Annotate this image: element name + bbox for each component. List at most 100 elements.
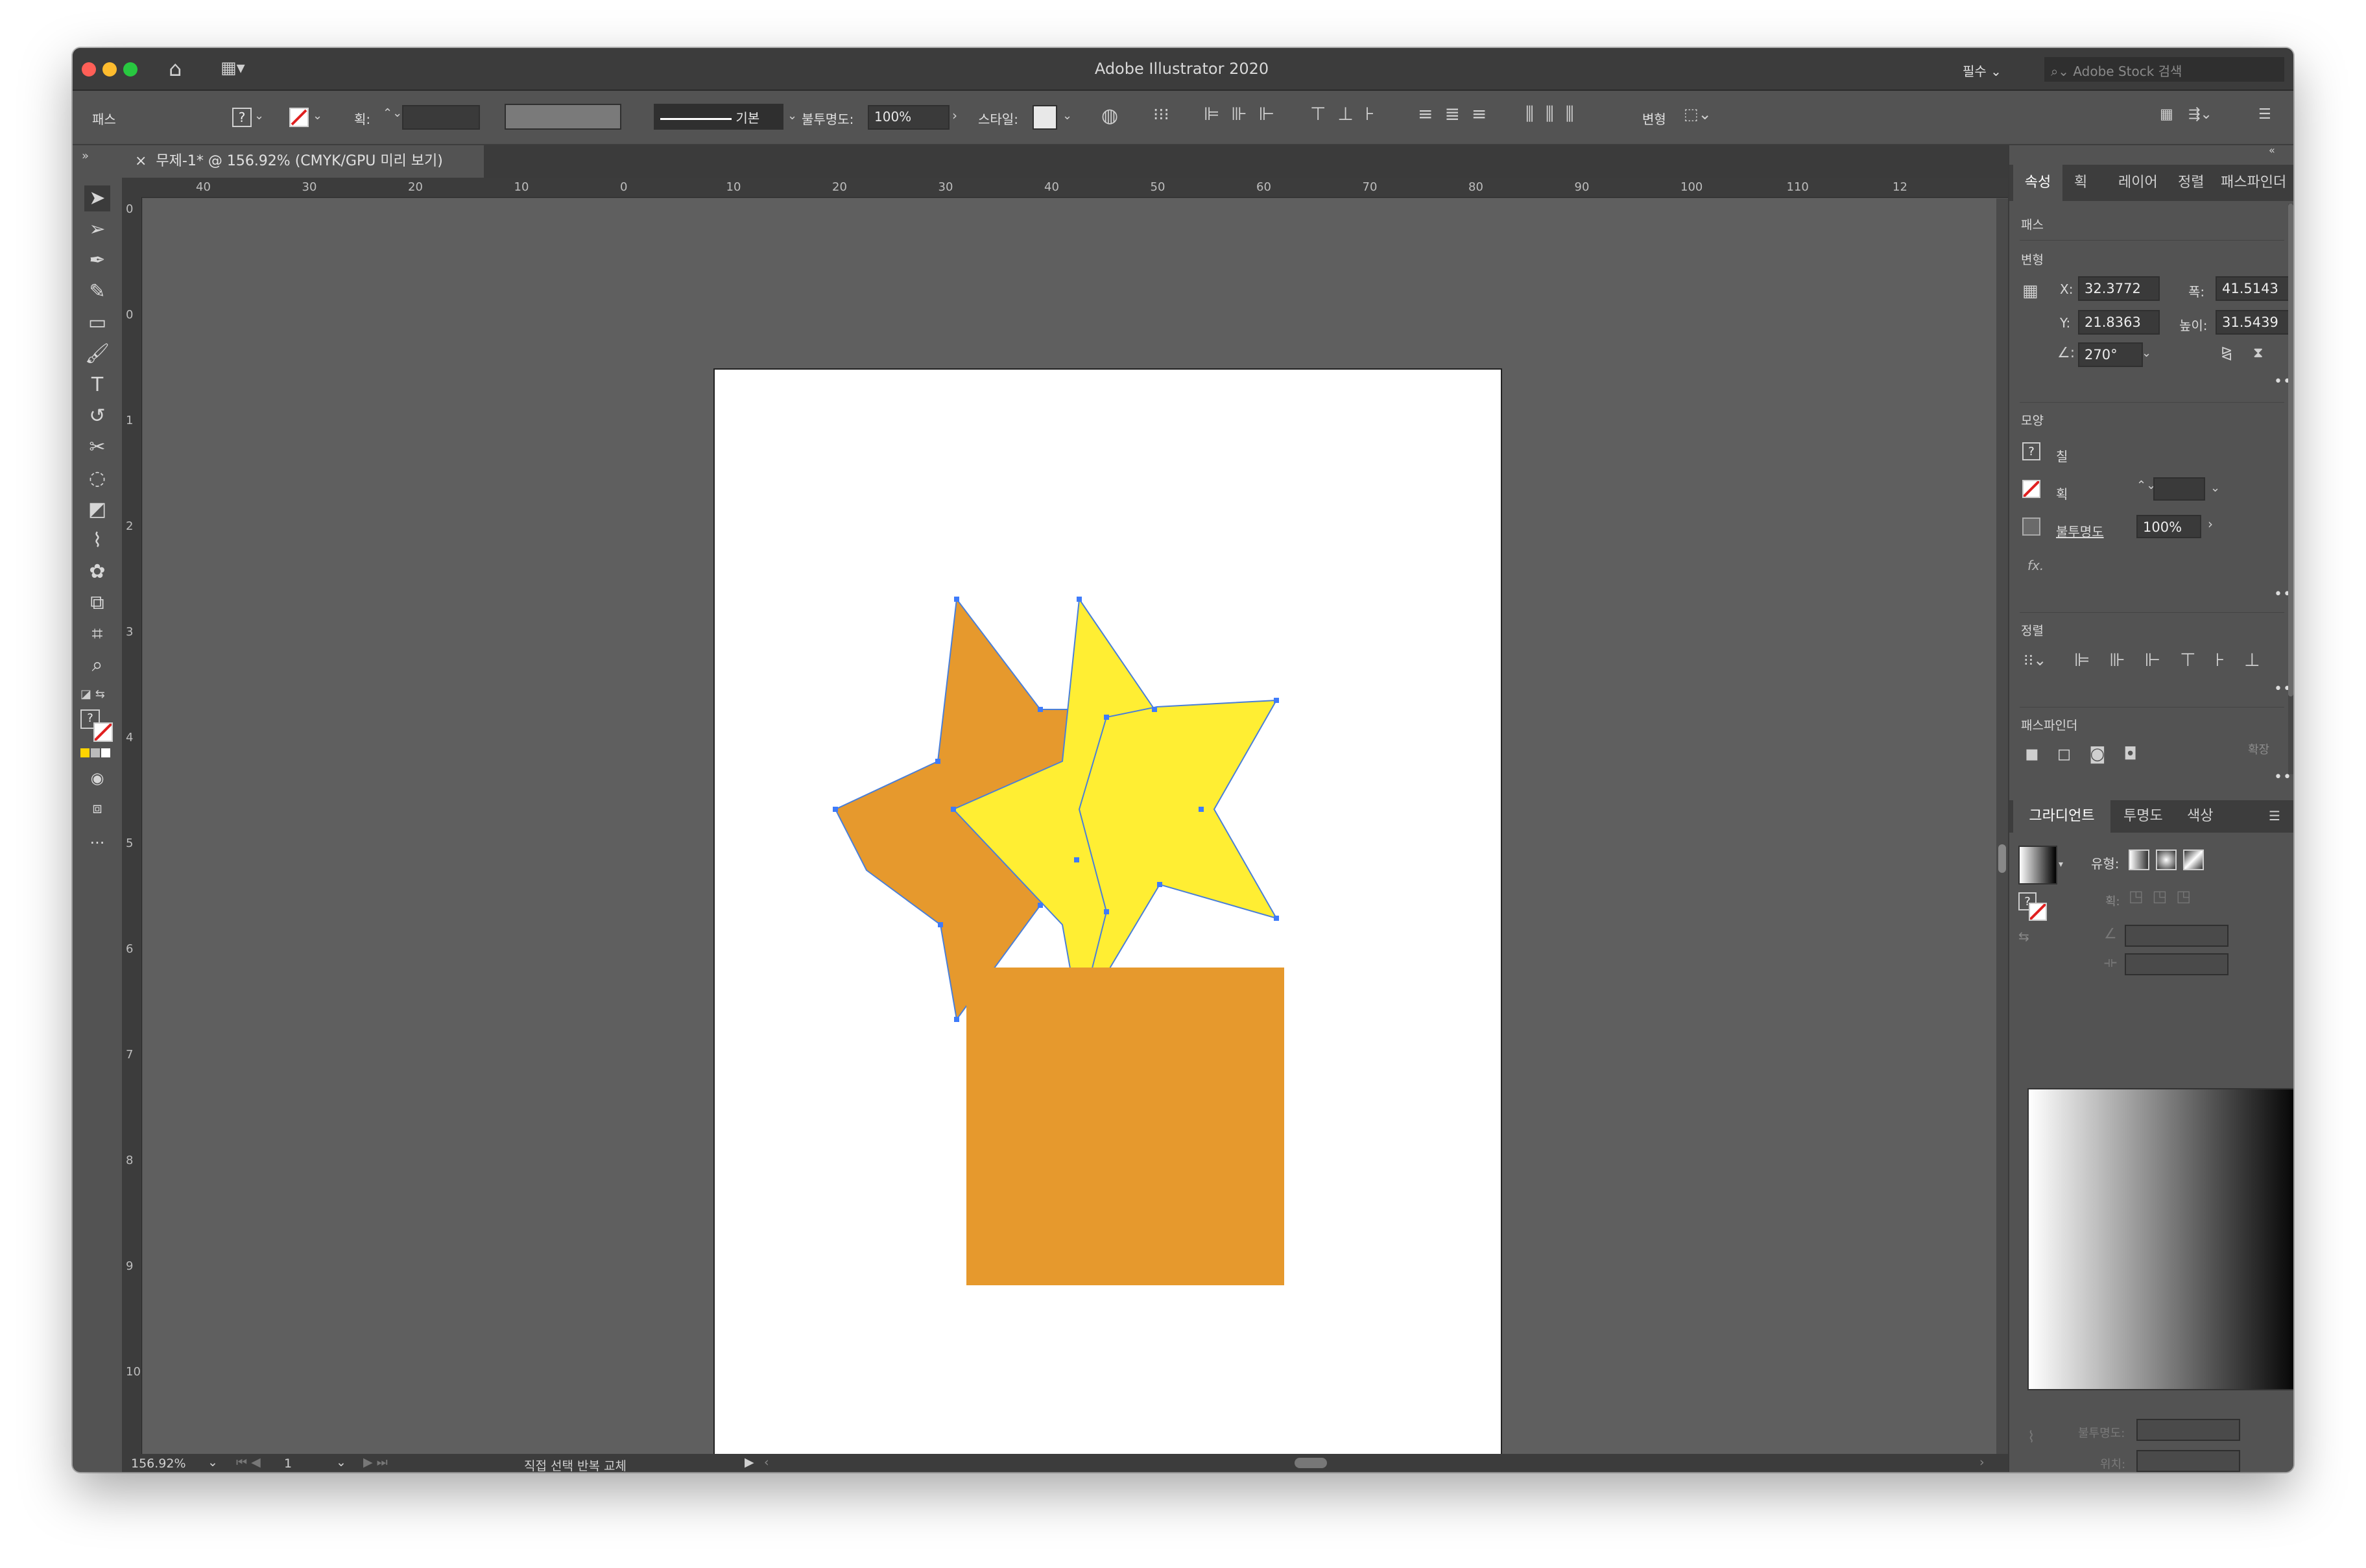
expand-button[interactable]: 확장 — [2248, 741, 2269, 757]
tab-transparency[interactable]: 투명도 — [2123, 800, 2163, 833]
stroke-weight-input[interactable] — [402, 105, 480, 130]
horizontal-ruler[interactable]: 40 30 20 10 0 10 20 30 40 50 60 70 80 90 100 110 12 — [122, 178, 2008, 198]
direct-selection-tool-icon[interactable]: ➢ — [84, 217, 110, 243]
transform-button[interactable]: 변형 — [1642, 109, 1666, 128]
eyedropper-icon[interactable]: ⌇ — [2027, 1429, 2035, 1445]
chevron-down-icon[interactable]: ⌄ — [254, 110, 264, 122]
chevron-down-icon[interactable]: ⌄ — [1062, 110, 1072, 122]
status-menu-icon[interactable]: ▶ — [745, 1455, 754, 1469]
panel-scrollbar[interactable] — [2288, 204, 2293, 774]
curvature-tool-icon[interactable]: ✎ — [84, 279, 110, 305]
collapse-toolbox-icon[interactable]: » — [82, 150, 89, 162]
height-input[interactable]: 31.5439 — [2216, 310, 2293, 335]
x-input[interactable]: 32.3772 — [2078, 276, 2160, 301]
artboard-nav-next-icon[interactable]: ▶ ⏭ — [363, 1455, 388, 1469]
style-swatch[interactable] — [1033, 105, 1057, 130]
shape-mode-buttons[interactable]: ◼◻◙◘ — [2025, 746, 2155, 763]
stroke-swatch[interactable] — [289, 108, 309, 127]
fill-swatch-icon[interactable]: ? — [2022, 442, 2040, 460]
flip-horizontal-icon[interactable]: ⧎ — [2221, 346, 2232, 361]
align-buttons[interactable]: ⊫⊪⊩ — [1204, 105, 1286, 123]
draw-mode-icon[interactable]: ◉ — [84, 765, 110, 791]
color-mode-icon[interactable] — [80, 748, 90, 757]
width-input[interactable]: 41.5143 — [2216, 276, 2293, 301]
arrange-icon[interactable]: ⇶⌄ — [2188, 108, 2212, 122]
align-vertical-buttons[interactable]: ⊤⊥⊦ — [1310, 105, 1386, 123]
opacity-label[interactable]: 불투명도 — [2056, 521, 2104, 540]
tab-properties[interactable]: 속성 — [2013, 165, 2062, 201]
document-tab[interactable]: × 무제-1* @ 156.92% (CMYK/GPU 미리 보기) — [122, 145, 484, 178]
align-to-selection-icon[interactable]: ⁝⁝⁝ — [1153, 106, 1169, 123]
flip-vertical-icon[interactable]: ⧗ — [2253, 346, 2263, 361]
tab-pathfinder[interactable]: 패스파인더 — [2221, 165, 2286, 201]
screen-mode-icon[interactable]: ⧈ — [84, 795, 110, 821]
tab-align[interactable]: 정렬 — [2178, 165, 2204, 201]
artboard-nav-prev-icon[interactable]: ⏮ ◀ — [236, 1455, 261, 1469]
none-mode-icon[interactable] — [101, 748, 110, 757]
scroll-right-icon[interactable]: › — [1979, 1455, 1985, 1469]
close-window-button[interactable] — [82, 62, 96, 77]
type-tool-icon[interactable]: T — [84, 372, 110, 398]
canvas[interactable] — [143, 198, 1996, 1454]
recolor-artwork-icon[interactable]: ◍ — [1101, 106, 1118, 126]
reverse-gradient-icon[interactable]: ⇆ — [2018, 930, 2029, 943]
gradient-aspect-input[interactable] — [2125, 953, 2229, 975]
gradient-mode-icon[interactable] — [91, 748, 100, 757]
y-input[interactable]: 21.8363 — [2078, 310, 2160, 335]
eyedropper-tool-icon[interactable]: ⌇ — [84, 528, 110, 554]
chevron-down-icon[interactable]: ▾ — [2059, 860, 2063, 869]
stroke-weight-input[interactable] — [2153, 477, 2205, 501]
tab-stroke[interactable]: 획 — [2074, 165, 2087, 201]
opacity-input[interactable]: 100% — [2136, 515, 2201, 538]
chevron-down-icon[interactable]: ⌄ — [336, 1455, 346, 1469]
fx-button[interactable]: fx. — [2027, 558, 2044, 573]
zoom-level[interactable]: 156.92% — [131, 1456, 186, 1471]
radial-gradient-icon[interactable] — [2156, 849, 2177, 870]
brush-definition[interactable]: 기본 — [654, 104, 783, 130]
rotate-tool-icon[interactable]: ↺ — [84, 403, 110, 429]
shape-builder-tool-icon[interactable]: ⧉ — [84, 590, 110, 616]
align-to-icon[interactable]: ⁝⁝⌄ — [2024, 652, 2046, 668]
horizontal-scroll-thumb[interactable] — [1295, 1458, 1327, 1468]
stop-location-input[interactable] — [2136, 1450, 2240, 1472]
more-tools-icon[interactable]: ··· — [84, 830, 110, 856]
orange-rectangle[interactable] — [966, 968, 1284, 1285]
tab-gradient[interactable]: 그라디언트 — [2013, 800, 2110, 833]
stroke-swatch-icon[interactable] — [2022, 480, 2040, 498]
chevron-down-icon[interactable]: ⌄ — [2142, 348, 2151, 359]
align-buttons[interactable]: ⊫⊪⊩⊤⊦⊥ — [2074, 651, 2280, 669]
gradient-angle-input[interactable] — [2125, 925, 2229, 947]
gradient-editor-preview[interactable] — [2027, 1088, 2293, 1390]
zoom-window-button[interactable] — [123, 62, 137, 77]
rotate-input[interactable]: 270° — [2078, 342, 2143, 367]
pen-tool-icon[interactable]: ✒ — [84, 248, 110, 274]
stop-opacity-input[interactable] — [2136, 1419, 2240, 1441]
workspace-switcher-icon[interactable]: ▦▾ — [221, 60, 245, 77]
vertical-ruler[interactable]: 0 0 1 2 3 4 5 6 7 8 9 10 — [122, 197, 142, 1455]
scissors-tool-icon[interactable]: ✂ — [84, 434, 110, 460]
stroke-gradient-buttons[interactable]: ◳◳◳ — [2129, 888, 2200, 904]
chevron-down-icon[interactable]: ⌄ — [2210, 482, 2220, 494]
freeform-gradient-icon[interactable] — [2183, 849, 2204, 870]
gradient-swatch[interactable] — [2018, 846, 2057, 885]
opacity-swatch-icon[interactable] — [2022, 517, 2040, 536]
chevron-down-icon[interactable]: ⌄ — [208, 1455, 218, 1469]
stock-search-input[interactable]: ⌕⌄ Adobe Stock 검색 — [2044, 57, 2284, 82]
selection-tool-icon[interactable]: ➤ — [84, 185, 110, 211]
chevron-down-icon[interactable]: ⌄ — [787, 110, 797, 122]
paintbrush-tool-icon[interactable]: 🖌 — [84, 341, 110, 367]
distribute-horizontal-buttons[interactable]: ⫼⫼⫼ — [1525, 105, 1586, 123]
gradient-tool-icon[interactable]: ◩ — [84, 497, 110, 523]
warp-tool-icon[interactable]: ◌ — [84, 466, 110, 492]
default-colors-icon[interactable]: ◪ ⇆ — [80, 689, 105, 700]
tab-layers[interactable]: 레이어 — [2118, 165, 2158, 201]
close-tab-icon[interactable]: × — [135, 153, 156, 169]
distribute-vertical-buttons[interactable]: ≡≣≡ — [1418, 105, 1498, 123]
stepper-icon[interactable]: ⌃⌄ — [383, 108, 402, 119]
linear-gradient-icon[interactable] — [2129, 849, 2149, 870]
menu-icon[interactable]: ☰ — [2258, 108, 2271, 122]
reference-point-icon[interactable]: ▦ — [2022, 283, 2038, 300]
rectangle-tool-icon[interactable]: ▭ — [84, 310, 110, 336]
zoom-tool-icon[interactable]: ⌕ — [84, 652, 110, 678]
isolate-icon[interactable]: ⬚⌄ — [1684, 106, 1712, 122]
